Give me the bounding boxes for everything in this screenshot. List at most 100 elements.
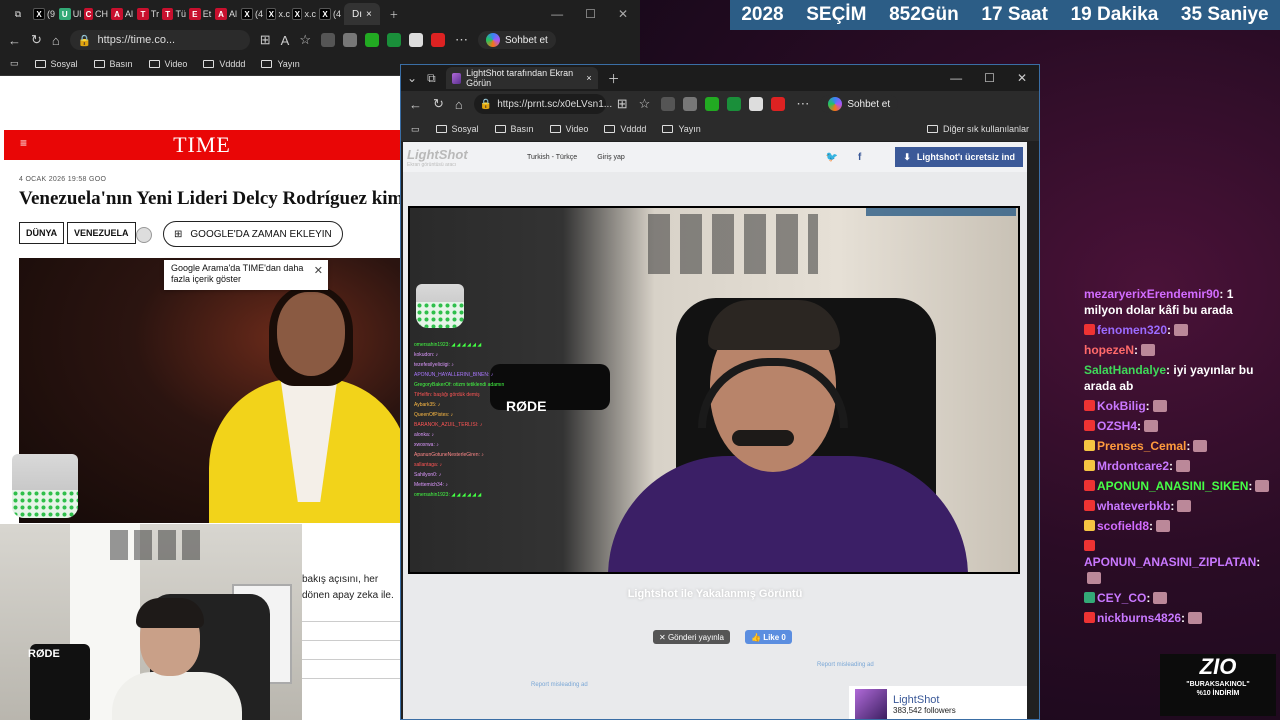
- facebook-icon[interactable]: f: [858, 152, 861, 163]
- time-logo[interactable]: TIME: [173, 132, 231, 158]
- browser-tab[interactable]: C CH: [84, 4, 108, 24]
- google-preferred-source-button[interactable]: ⊞ GOOGLE'DA ZAMAN EKLEYIN: [163, 221, 343, 247]
- bookmark-folder-basin[interactable]: Basın: [93, 59, 133, 69]
- favorite-star-icon[interactable]: ☆: [639, 96, 651, 112]
- browser-tab[interactable]: X (9: [32, 4, 56, 24]
- browser-tab[interactable]: Xx.c: [292, 4, 316, 24]
- other-favorites[interactable]: Diğer sık kullanılanlar: [926, 124, 1029, 134]
- home-icon[interactable]: ⌂: [455, 97, 463, 112]
- countdown-hours: 17 Saat: [981, 4, 1048, 25]
- screenshot-image: RØDE omersahin1923: ◢ ◢ ◢ ◢ ◢ ◢ kokudon:…: [408, 206, 1020, 574]
- twitter-icon[interactable]: 🐦: [826, 152, 838, 163]
- browser-tab[interactable]: U Ul: [58, 4, 82, 24]
- browser-tab[interactable]: X (4: [318, 4, 342, 24]
- extension-icon[interactable]: [727, 97, 742, 111]
- favorite-star-icon[interactable]: ☆: [299, 32, 311, 48]
- facebook-follow-box[interactable]: LightShot 383,542 followers: [849, 686, 1027, 719]
- minimize-icon[interactable]: —: [950, 71, 962, 85]
- extension-icon[interactable]: [431, 33, 445, 47]
- report-ad-link[interactable]: Report misleading ad: [531, 682, 588, 688]
- shot-chat-line: sallantaga: ♪: [414, 462, 443, 468]
- refresh-icon[interactable]: ↻: [433, 96, 444, 112]
- collections-icon[interactable]: ▭: [411, 124, 420, 135]
- bookmark-folder-yayin[interactable]: Yayın: [261, 59, 300, 69]
- toggle-icon[interactable]: [136, 227, 152, 243]
- tag-venezuela[interactable]: VENEZUELA: [67, 222, 136, 244]
- sponsor-logo: ZIO: [1199, 654, 1237, 679]
- shot-chat-line: Aybark35: ♪: [414, 402, 441, 408]
- reader-icon[interactable]: ⊞: [617, 96, 628, 112]
- browser-tab[interactable]: A Al: [110, 4, 134, 24]
- collections-icon[interactable]: ▭: [10, 58, 19, 69]
- language-selector[interactable]: Turkish - Türkçe: [527, 154, 577, 161]
- lightshot-logo[interactable]: LightShot Ekran görüntüsü aracı: [407, 147, 507, 168]
- home-icon[interactable]: ⌂: [52, 33, 60, 48]
- tab-list-icon[interactable]: ⌄: [407, 71, 417, 85]
- more-icon[interactable]: ⋯: [796, 96, 809, 112]
- back-icon[interactable]: ←: [8, 33, 21, 48]
- browser-tab[interactable]: T Tr: [136, 4, 160, 24]
- translate-icon[interactable]: A: [281, 33, 290, 48]
- browser-tab[interactable]: X (4: [240, 4, 264, 24]
- bookmark-folder-sosyal[interactable]: Sosyal: [34, 59, 78, 69]
- copilot-button[interactable]: Sohbet et: [478, 31, 556, 49]
- maximize-icon[interactable]: ☐: [585, 7, 596, 21]
- tweet-button[interactable]: ✕ Gönderi yayınla: [653, 630, 730, 644]
- more-icon[interactable]: ⋯: [455, 32, 468, 48]
- extension-icon[interactable]: [365, 33, 379, 47]
- tag-dunya[interactable]: DÜNYA: [19, 222, 65, 244]
- bookmark-folder-basin[interactable]: Basın: [494, 124, 534, 134]
- address-bar[interactable]: 🔒 https://time.co...: [69, 30, 250, 50]
- menu-icon[interactable]: ≡: [20, 136, 27, 150]
- close-icon[interactable]: ✕: [314, 266, 323, 277]
- extension-icon[interactable]: [771, 97, 786, 111]
- browser-tab[interactable]: E Et: [188, 4, 212, 24]
- login-link[interactable]: Giriş yap: [597, 154, 625, 161]
- browser-tab[interactable]: T Tü: [162, 4, 186, 24]
- extension-icon[interactable]: [409, 33, 423, 47]
- refresh-icon[interactable]: ↻: [31, 32, 42, 48]
- close-icon[interactable]: ✕: [1017, 71, 1027, 85]
- extension-icon[interactable]: [661, 97, 676, 111]
- copilot-button[interactable]: Sohbet et: [820, 95, 899, 113]
- tab-actions-icon[interactable]: ⧉: [427, 71, 436, 86]
- maximize-icon[interactable]: ☐: [984, 71, 995, 85]
- minimize-icon[interactable]: —: [551, 7, 563, 21]
- browser-tab-active[interactable]: LightShot tarafından Ekran Görün ×: [445, 67, 598, 89]
- bookmark-folder-video[interactable]: Video: [148, 59, 187, 69]
- new-tab-icon[interactable]: ＋: [608, 70, 620, 87]
- back-icon[interactable]: ←: [409, 97, 422, 112]
- bookmark-folder-yayin[interactable]: Yayın: [662, 124, 701, 134]
- new-tab-icon[interactable]: ＋: [382, 4, 406, 24]
- report-ad-link[interactable]: Report misleading ad: [817, 662, 874, 668]
- countdown-seconds: 35 Saniye: [1180, 4, 1269, 25]
- extension-icon[interactable]: [387, 33, 401, 47]
- emote-icon: [1176, 460, 1191, 472]
- countdown-minutes: 19 Dakika: [1070, 4, 1159, 25]
- address-bar[interactable]: 🔒 https://prnt.sc/x0eLVsn1...: [473, 94, 612, 114]
- shot-chat-line: Mettemich34: ♪: [414, 482, 448, 488]
- bookmark-folder-vdddd[interactable]: Vdddd: [203, 59, 245, 69]
- browser-tab[interactable]: A Al: [214, 4, 238, 24]
- reader-icon[interactable]: ⊞: [260, 32, 271, 48]
- browser-tab-active[interactable]: Dı ×: [344, 3, 380, 25]
- close-tab-icon[interactable]: ×: [586, 73, 591, 83]
- extension-icon[interactable]: [705, 97, 720, 111]
- extension-icon[interactable]: [749, 97, 764, 111]
- shot-chat-line: xwoxrwa: ♪: [414, 442, 439, 448]
- extension-icon[interactable]: [321, 33, 335, 47]
- browser-tab[interactable]: Xx.c: [266, 4, 290, 24]
- close-tab-icon[interactable]: ×: [366, 9, 372, 20]
- close-icon[interactable]: ✕: [618, 7, 628, 21]
- screenshot-caption: Lightshot ile Yakalanmış Görüntü: [627, 588, 803, 600]
- download-lightshot-button[interactable]: ⬇ Lightshot'ı ücretsiz ind: [895, 147, 1023, 167]
- extension-icon[interactable]: [683, 97, 698, 111]
- facebook-like-button[interactable]: 👍 Like 0: [745, 630, 792, 644]
- bookmark-folder-video[interactable]: Video: [549, 124, 588, 134]
- bookmark-folder-sosyal[interactable]: Sosyal: [435, 124, 479, 134]
- tab-actions-icon[interactable]: ⧉: [6, 4, 30, 24]
- bookmark-folder-vdddd[interactable]: Vdddd: [604, 124, 646, 134]
- shot-wall-frames: [648, 214, 818, 274]
- extension-icon[interactable]: [343, 33, 357, 47]
- thumbs-up-icon: 👍: [751, 632, 764, 642]
